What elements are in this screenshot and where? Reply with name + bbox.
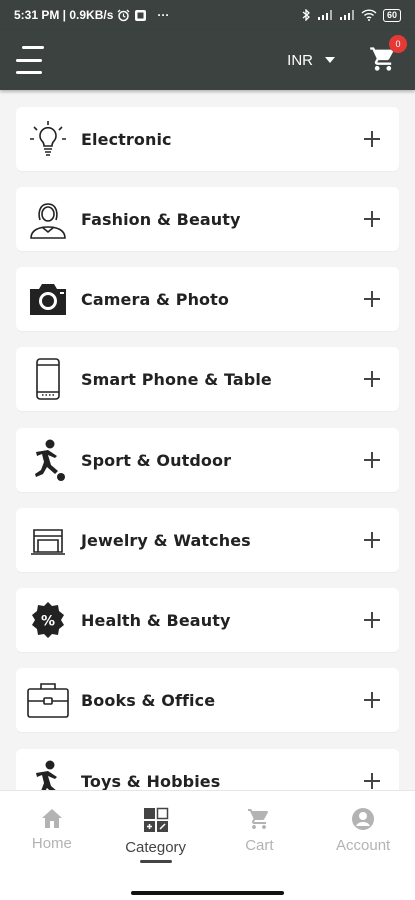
bluetooth-icon [301, 9, 311, 21]
nav-home[interactable]: Home [0, 807, 104, 861]
bottom-navigation: Home Category Cart Account [0, 790, 415, 900]
home-icon [41, 809, 62, 828]
status-dots: ··· [157, 8, 170, 22]
football-player-icon [26, 759, 70, 790]
category-label: Sport & Outdoor [81, 450, 232, 470]
alarm-icon [117, 9, 130, 22]
nav-label: Cart [245, 837, 274, 854]
category-label: Health & Beauty [81, 610, 231, 630]
category-item-toys-hobbies[interactable]: Toys & Hobbies [16, 749, 399, 790]
plus-icon[interactable] [363, 210, 381, 228]
plus-icon[interactable] [363, 370, 381, 388]
currency-label: INR [287, 51, 313, 69]
briefcase-icon [26, 678, 70, 722]
plus-icon[interactable] [363, 772, 381, 790]
woman-icon [26, 197, 70, 241]
signal-icon [317, 9, 333, 21]
status-time-speed: 5:31 PM | 0.9KB/s [14, 8, 114, 22]
plus-icon[interactable] [363, 611, 381, 629]
category-item-jewelry-watches[interactable]: Jewelry & Watches [16, 508, 399, 572]
status-bar: 5:31 PM | 0.9KB/s ··· 60 [0, 0, 415, 30]
plus-icon[interactable] [363, 451, 381, 469]
percent-badge-icon: % [26, 598, 70, 642]
plus-icon[interactable] [363, 691, 381, 709]
camera-icon [26, 277, 70, 321]
category-item-sport-outdoor[interactable]: Sport & Outdoor [16, 428, 399, 492]
category-label: Smart Phone & Table [81, 369, 272, 389]
notification-icon [134, 9, 147, 22]
nav-account[interactable]: Account [311, 807, 415, 861]
football-player-icon [26, 438, 70, 482]
app-bar: INR 0 [0, 30, 415, 90]
category-label: Toys & Hobbies [81, 771, 221, 791]
category-grid-icon [143, 807, 168, 832]
cart-count-badge: 0 [389, 35, 407, 53]
chevron-down-icon [325, 57, 335, 63]
smartphone-icon [26, 357, 70, 401]
category-item-fashion-beauty[interactable]: Fashion & Beauty [16, 187, 399, 251]
category-label: Camera & Photo [81, 289, 229, 309]
category-label: Electronic [81, 129, 172, 149]
category-label: Jewelry & Watches [81, 530, 251, 550]
category-list: Electronic Fashion & Beauty Camera & Pho… [0, 90, 415, 790]
category-label: Books & Office [81, 690, 216, 710]
svg-text:%: % [41, 614, 55, 630]
hamburger-menu-icon[interactable] [16, 46, 46, 74]
category-item-electronic[interactable]: Electronic [16, 107, 399, 171]
nav-label: Account [336, 837, 391, 854]
nav-label: Category [125, 839, 187, 856]
cart-icon [248, 809, 269, 829]
jewelry-box-icon [26, 518, 70, 562]
category-label: Fashion & Beauty [81, 209, 241, 229]
signal-icon-2 [339, 9, 355, 21]
account-icon [352, 808, 375, 830]
plus-icon[interactable] [363, 531, 381, 549]
plus-icon[interactable] [363, 290, 381, 308]
lightbulb-icon [26, 117, 70, 161]
category-item-books-office[interactable]: Books & Office [16, 668, 399, 732]
gesture-navigation-bar[interactable] [131, 891, 284, 895]
currency-selector[interactable]: INR [287, 52, 335, 69]
category-item-smart-phone[interactable]: Smart Phone & Table [16, 347, 399, 411]
category-item-camera-photo[interactable]: Camera & Photo [16, 267, 399, 331]
nav-cart[interactable]: Cart [208, 807, 312, 861]
nav-label: Home [31, 835, 72, 852]
nav-category[interactable]: Category [104, 807, 208, 861]
battery-indicator: 60 [382, 8, 401, 22]
active-tab-indicator [140, 860, 172, 863]
cart-button[interactable]: 0 [369, 35, 407, 75]
wifi-icon [361, 9, 377, 21]
category-item-health-beauty[interactable]: % Health & Beauty [16, 588, 399, 652]
plus-icon[interactable] [363, 130, 381, 148]
